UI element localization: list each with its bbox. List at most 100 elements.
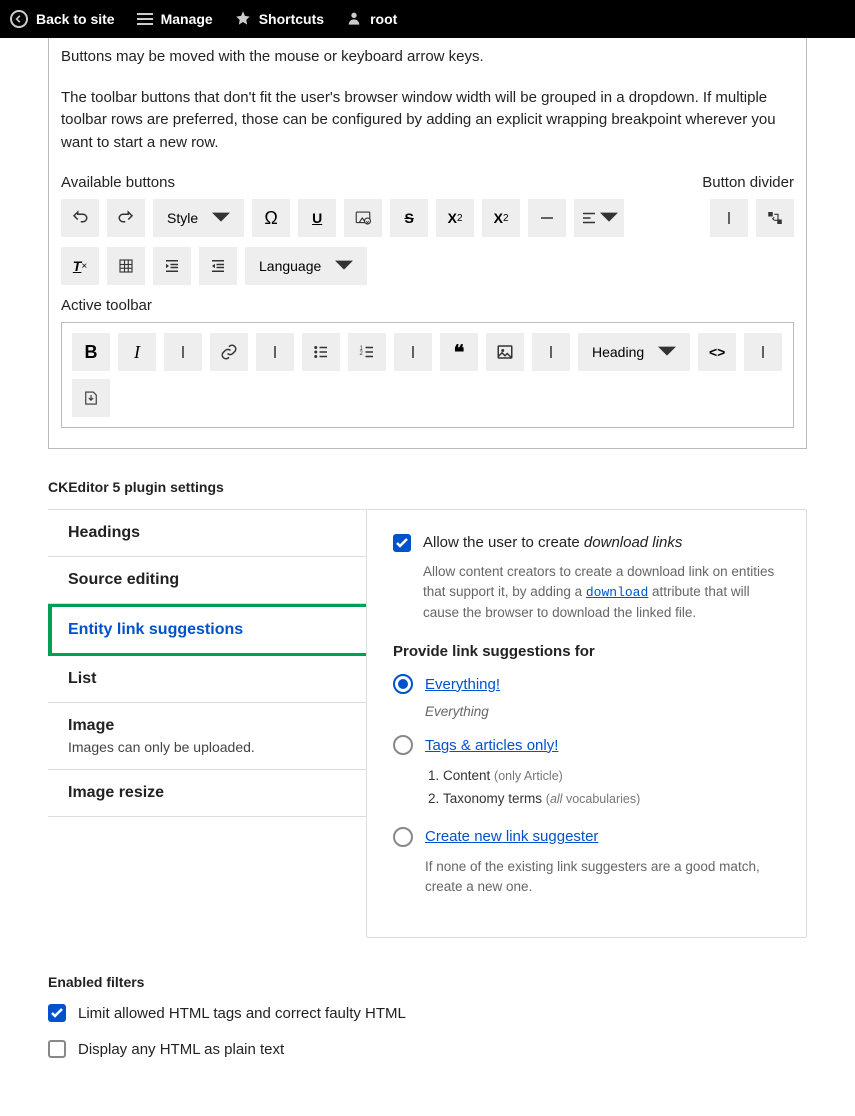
plain-text-checkbox[interactable] [48, 1040, 66, 1058]
suggestions-title: Provide link suggestions for [393, 643, 780, 660]
italic-button[interactable]: I [118, 333, 156, 371]
separator-2[interactable] [256, 333, 294, 371]
user-icon [346, 10, 362, 29]
desc-move: Buttons may be moved with the mouse or k… [61, 46, 794, 69]
heading-label: Heading [592, 344, 644, 360]
download-attr-link[interactable]: download [586, 585, 648, 600]
separator-1[interactable] [164, 333, 202, 371]
separator-5[interactable] [744, 333, 782, 371]
superscript-button[interactable]: X2 [482, 199, 520, 237]
tab-list[interactable]: List [48, 656, 366, 703]
link-button[interactable] [210, 333, 248, 371]
tab-entity-link[interactable]: Entity link suggestions [48, 604, 366, 656]
download-links-label: Allow the user to create download links [423, 534, 682, 551]
chevron-down-icon [658, 343, 676, 361]
undo-button[interactable] [61, 199, 99, 237]
radio-everything[interactable] [393, 674, 413, 694]
admin-toolbar: Back to site Manage Shortcuts root [0, 0, 855, 38]
filters-section: Enabled filters Limit allowed HTML tags … [48, 974, 807, 1058]
show-blocks-button[interactable] [72, 379, 110, 417]
tab-resize-title: Image resize [68, 784, 346, 802]
special-char-button[interactable]: Ω [252, 199, 290, 237]
separator-3[interactable] [394, 333, 432, 371]
download-links-help: Allow content creators to create a downl… [423, 562, 780, 623]
tags-list-item-content: Content (only Article) [443, 765, 780, 788]
alignment-dropdown[interactable] [574, 199, 624, 237]
tab-image-resize[interactable]: Image resize [48, 770, 366, 817]
radio-tags-label[interactable]: Tags & articles only! [425, 737, 558, 754]
back-label: Back to site [36, 11, 115, 27]
horizontal-line-button[interactable] [528, 199, 566, 237]
available-buttons-row2: T× Language [61, 247, 794, 285]
active-toolbar-label: Active toolbar [61, 297, 794, 314]
media-embed-button[interactable] [344, 199, 382, 237]
download-links-checkbox[interactable] [393, 534, 411, 552]
indent-button[interactable] [153, 247, 191, 285]
plugin-section-title: CKEditor 5 plugin settings [48, 479, 807, 495]
manage-link[interactable]: Manage [137, 11, 213, 27]
tab-headings-title: Headings [68, 524, 346, 542]
radio-everything-help: Everything [425, 704, 780, 719]
radio-tags[interactable] [393, 735, 413, 755]
tab-image[interactable]: Image Images can only be uploaded. [48, 703, 366, 770]
manage-label: Manage [161, 11, 213, 27]
hamburger-icon [137, 13, 153, 25]
remove-format-button[interactable]: T× [61, 247, 99, 285]
language-dropdown[interactable]: Language [245, 247, 367, 285]
filters-title: Enabled filters [48, 974, 807, 990]
radio-everything-label[interactable]: Everything! [425, 676, 500, 693]
radio-create-label[interactable]: Create new link suggester [425, 828, 598, 845]
back-to-site-link[interactable]: Back to site [10, 10, 115, 28]
plugin-layout: Headings Source editing Entity link sugg… [48, 509, 807, 938]
tab-image-desc: Images can only be uploaded. [68, 739, 346, 755]
redo-button[interactable] [107, 199, 145, 237]
plain-text-label: Display any HTML as plain text [78, 1041, 284, 1058]
bold-button[interactable]: B [72, 333, 110, 371]
tab-source-title: Source editing [68, 571, 346, 589]
language-label: Language [259, 258, 321, 274]
svg-text:2: 2 [360, 351, 364, 357]
plugin-tabs: Headings Source editing Entity link sugg… [48, 509, 366, 817]
image-button[interactable] [486, 333, 524, 371]
available-buttons-row1: Style Ω U S X2 X2 [61, 199, 794, 237]
blockquote-button[interactable]: ❝ [440, 333, 478, 371]
divider-wrap-button[interactable] [756, 199, 794, 237]
subscript-button[interactable]: X2 [436, 199, 474, 237]
strikethrough-button[interactable]: S [390, 199, 428, 237]
shortcuts-link[interactable]: Shortcuts [235, 10, 324, 29]
outdent-button[interactable] [199, 247, 237, 285]
radio-create[interactable] [393, 827, 413, 847]
radio-create-help: If none of the existing link suggesters … [425, 857, 780, 898]
toolbar-config-box: Buttons may be moved with the mouse or k… [48, 38, 807, 449]
limit-html-label: Limit allowed HTML tags and correct faul… [78, 1005, 406, 1022]
table-button[interactable] [107, 247, 145, 285]
tab-entity-title: Entity link suggestions [68, 621, 346, 639]
bullet-list-button[interactable] [302, 333, 340, 371]
tab-source-editing[interactable]: Source editing [48, 557, 366, 604]
source-button[interactable]: <> [698, 333, 736, 371]
desc-dropdown: The toolbar buttons that don't fit the u… [61, 87, 794, 155]
limit-html-checkbox[interactable] [48, 1004, 66, 1022]
divider-separator-button[interactable] [710, 199, 748, 237]
style-label: Style [167, 210, 198, 226]
heading-dropdown[interactable]: Heading [578, 333, 690, 371]
tags-list-item-taxonomy: Taxonomy terms (all vocabularies) [443, 788, 780, 811]
main-content: Buttons may be moved with the mouse or k… [0, 38, 855, 1116]
shortcuts-label: Shortcuts [259, 11, 324, 27]
button-divider-label: Button divider [702, 174, 794, 191]
available-buttons-label: Available buttons [61, 174, 175, 191]
star-icon [235, 10, 251, 29]
underline-button[interactable]: U [298, 199, 336, 237]
chevron-left-icon [10, 10, 28, 28]
separator-4[interactable] [532, 333, 570, 371]
chevron-down-icon [212, 209, 230, 227]
tags-list: Content (only Article) Taxonomy terms (a… [443, 765, 780, 811]
tab-list-title: List [68, 670, 346, 688]
plugin-panel: Allow the user to create download links … [366, 509, 807, 938]
user-link[interactable]: root [346, 10, 397, 29]
tab-headings[interactable]: Headings [48, 509, 366, 557]
active-toolbar: B I 12 ❝ Heading <> [61, 322, 794, 428]
number-list-button[interactable]: 12 [348, 333, 386, 371]
user-label: root [370, 11, 397, 27]
style-dropdown[interactable]: Style [153, 199, 244, 237]
